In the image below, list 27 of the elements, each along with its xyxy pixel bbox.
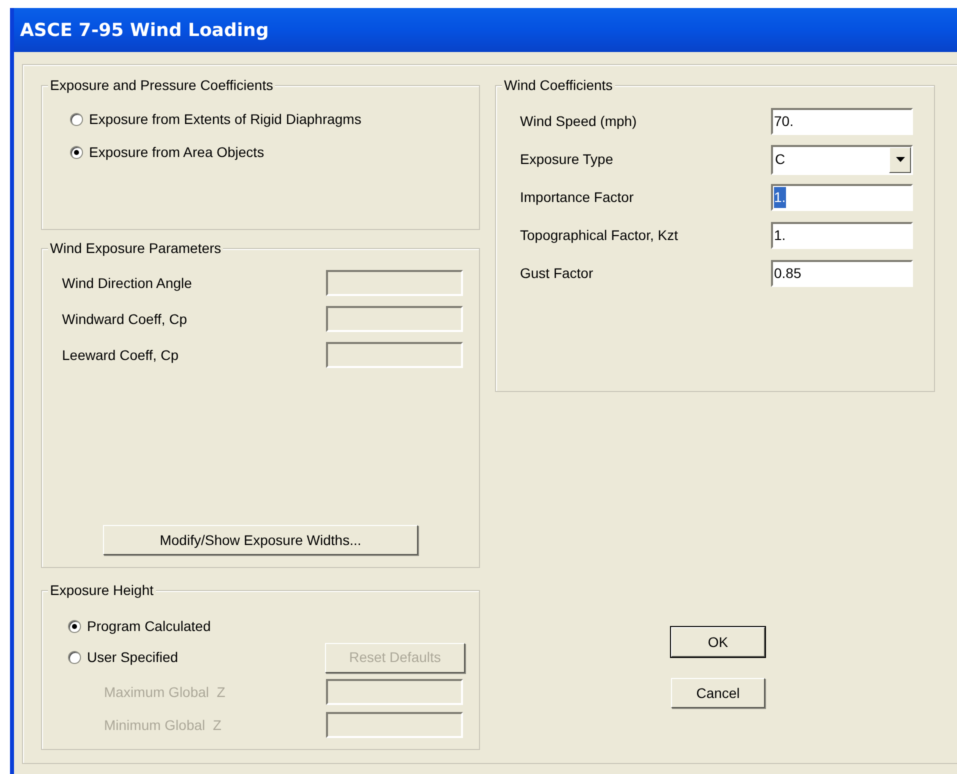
field-label: Wind Speed (mph) — [520, 112, 637, 131]
input-field[interactable]: 1. — [771, 222, 913, 249]
field-label: Leeward Coeff, Cp — [62, 346, 178, 365]
window-title: ASCE 7-95 Wind Loading — [20, 18, 269, 42]
field-label: Minimum Global Z — [104, 716, 222, 734]
field-label: Maximum Global Z — [104, 682, 226, 702]
field-label: Windward Coeff, Cp — [62, 310, 188, 329]
dialog-button[interactable]: Cancel — [671, 678, 765, 708]
radio-button[interactable] — [70, 146, 83, 159]
radio-button[interactable] — [68, 651, 81, 664]
field-label: Gust Factor — [520, 264, 594, 283]
modify-widths-button[interactable]: Modify/Show Exposure Widths... — [103, 525, 418, 555]
input-field[interactable]: 0.85 — [771, 260, 913, 287]
input-field[interactable]: 1. — [771, 184, 913, 211]
radio-label: Exposure from Extents of Rigid Diaphragms — [89, 110, 362, 129]
field-label: Wind Direction Angle — [62, 274, 192, 293]
field-label: Exposure Type — [520, 150, 614, 169]
input-field[interactable]: 70. — [771, 108, 913, 135]
radio-label: Program Calculated — [87, 617, 211, 636]
radio-label: Exposure from Area Objects — [89, 143, 264, 162]
field-label: Topographical Factor, Kzt — [520, 226, 678, 245]
field-label: Importance Factor — [520, 188, 634, 207]
radio-label: User Specified — [87, 648, 178, 667]
dropdown[interactable]: C — [771, 144, 913, 174]
radio-button[interactable] — [70, 113, 83, 126]
radio-button[interactable] — [68, 620, 81, 633]
dialog-button[interactable]: OK — [671, 627, 765, 657]
